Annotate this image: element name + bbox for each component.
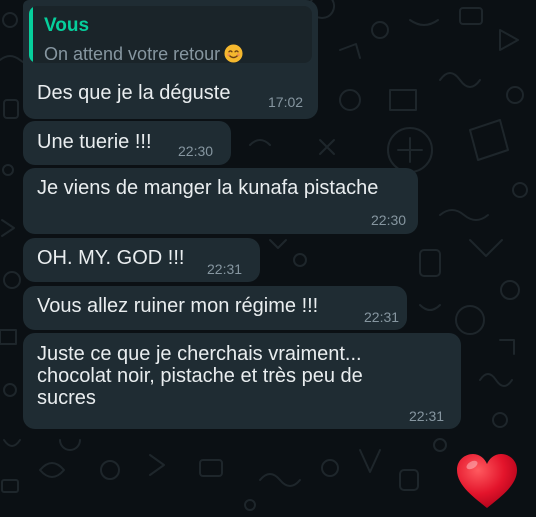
message-text: Vous allez ruiner mon régime !!! xyxy=(37,295,319,317)
message-time: 22:31 xyxy=(409,408,445,424)
message-bubble-reply[interactable]: Vous On attend votre retour Des que je l… xyxy=(23,0,318,119)
quote-text: On attend votre retour xyxy=(44,44,221,63)
message-bubble[interactable]: Vous allez ruiner mon régime !!! 22:31 xyxy=(23,286,407,330)
message-text: OH. MY. GOD !!! xyxy=(37,247,185,269)
message-text: Une tuerie !!! xyxy=(37,131,152,153)
message-bubble[interactable]: OH. MY. GOD !!! 22:31 xyxy=(23,238,260,282)
smiling-face-icon xyxy=(224,44,243,63)
message-text: Des que je la déguste xyxy=(37,82,231,104)
quote-author: Vous xyxy=(44,15,90,36)
quote-text-row: On attend votre retour xyxy=(44,44,243,63)
red-heart-icon xyxy=(457,454,517,508)
message-bubble[interactable]: Je viens de manger la kunafa pistache 22… xyxy=(23,168,418,234)
quoted-message[interactable]: Vous On attend votre retour xyxy=(29,6,312,63)
quote-accent-bar xyxy=(29,6,33,63)
message-time: 22:31 xyxy=(207,261,243,277)
message-time: 22:30 xyxy=(371,212,407,228)
message-time: 22:30 xyxy=(178,143,214,159)
message-bubble[interactable]: Une tuerie !!! 22:30 xyxy=(23,121,231,165)
message-text: Juste ce que je cherchais vraiment... ch… xyxy=(37,343,363,409)
message-list: Vous On attend votre retour Des que je l… xyxy=(0,0,536,517)
message-text: Je viens de manger la kunafa pistache xyxy=(37,177,379,199)
message-time: 17:02 xyxy=(268,94,304,110)
message-time: 22:31 xyxy=(364,309,400,325)
message-bubble[interactable]: Juste ce que je cherchais vraiment... ch… xyxy=(23,333,461,429)
